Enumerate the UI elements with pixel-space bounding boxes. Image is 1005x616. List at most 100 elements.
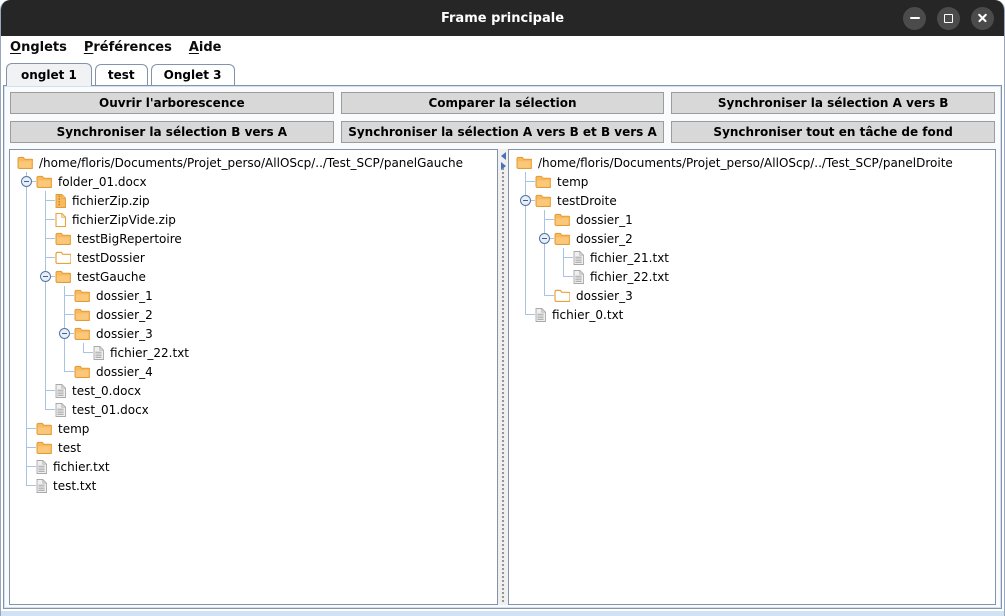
maximize-button[interactable] bbox=[937, 7, 960, 30]
tree-node-test-01-docx[interactable]: test_01.docx bbox=[12, 400, 497, 419]
tree-node-fichier-txt[interactable]: fichier.txt bbox=[12, 457, 497, 476]
tree-node-fichier-22-txt[interactable]: fichier_22.txt bbox=[12, 343, 497, 362]
folder-icon bbox=[36, 441, 52, 454]
node-label: testGauche bbox=[75, 270, 148, 284]
tree-node-dossier-3[interactable]: dossier_3 bbox=[511, 286, 995, 305]
tree-guide bbox=[17, 267, 36, 286]
folder-icon bbox=[36, 422, 52, 435]
tree-guide bbox=[74, 343, 93, 362]
tree-guide bbox=[36, 305, 55, 324]
tree-node--home-floris-documents-projet-perso-allo[interactable]: /home/floris/Documents/Projet_perso/AllO… bbox=[12, 153, 497, 172]
tab-test[interactable]: test bbox=[95, 64, 148, 85]
tab-strip: onglet 1testOnglet 3 bbox=[1, 59, 1004, 85]
tree-guide bbox=[36, 400, 55, 419]
collapse-handle-icon[interactable] bbox=[21, 176, 32, 187]
tree-node-dossier-4[interactable]: dossier_4 bbox=[12, 362, 497, 381]
tree-node-testgauche[interactable]: testGauche bbox=[12, 267, 497, 286]
tree-guide bbox=[17, 362, 36, 381]
tree-node-dossier-3[interactable]: dossier_3 bbox=[12, 324, 497, 343]
panels-area: /home/floris/Documents/Projet_perso/AllO… bbox=[4, 143, 1001, 608]
close-button[interactable] bbox=[971, 7, 994, 30]
tree-guide bbox=[535, 267, 554, 286]
tree-node-testdroite[interactable]: testDroite bbox=[511, 191, 995, 210]
button-synchroniser-la-sélection-b-vers-a[interactable]: Synchroniser la sélection B vers A bbox=[10, 121, 334, 143]
tree-guide bbox=[17, 324, 36, 343]
tree-node-dossier-2[interactable]: dossier_2 bbox=[511, 229, 995, 248]
tree-node-fichier-22-txt[interactable]: fichier_22.txt bbox=[511, 267, 995, 286]
tree-node-temp[interactable]: temp bbox=[511, 172, 995, 191]
button-synchroniser-la-sélection-a-vers-b-et-b-vers-a[interactable]: Synchroniser la sélection A vers B et B … bbox=[341, 121, 665, 143]
tree-guide bbox=[17, 172, 36, 191]
tree-guide bbox=[36, 362, 55, 381]
right-tree-panel[interactable]: /home/floris/Documents/Projet_perso/AllO… bbox=[508, 149, 996, 605]
tree-guide bbox=[17, 305, 36, 324]
collapse-handle-icon[interactable] bbox=[40, 271, 51, 282]
file-icon bbox=[573, 251, 584, 265]
folder-icon bbox=[74, 365, 90, 378]
button-ouvrir-l-arborescence[interactable]: Ouvrir l'arborescence bbox=[10, 92, 334, 114]
minimize-button[interactable] bbox=[903, 7, 926, 30]
tree-node-fichierzip-zip[interactable]: fichierZip.zip bbox=[12, 191, 497, 210]
tab-onglet-1[interactable]: onglet 1 bbox=[6, 63, 92, 86]
tree-guide bbox=[55, 343, 74, 362]
tree-node-dossier-1[interactable]: dossier_1 bbox=[511, 210, 995, 229]
node-label: test.txt bbox=[51, 479, 98, 493]
tree-guide bbox=[36, 248, 55, 267]
tree-guide bbox=[55, 362, 74, 381]
folder-icon bbox=[535, 175, 551, 188]
collapse-handle-icon[interactable] bbox=[520, 195, 531, 206]
collapse-right-arrow-icon[interactable] bbox=[501, 162, 506, 170]
tree-node-fichierzipvide-zip[interactable]: fichierZipVide.zip bbox=[12, 210, 497, 229]
tree-guide bbox=[516, 267, 535, 286]
tree-node-folder-01-docx[interactable]: folder_01.docx bbox=[12, 172, 497, 191]
tree-node-fichier-0-txt[interactable]: fichier_0.txt bbox=[511, 305, 995, 324]
tab-onglet-3[interactable]: Onglet 3 bbox=[151, 64, 235, 85]
file-icon bbox=[55, 403, 66, 417]
split-divider[interactable] bbox=[498, 149, 508, 605]
tree-guide bbox=[516, 305, 535, 324]
node-label: folder_01.docx bbox=[56, 175, 149, 189]
tree-guide bbox=[36, 267, 55, 286]
tree-node-dossier-1[interactable]: dossier_1 bbox=[12, 286, 497, 305]
node-label: dossier_3 bbox=[94, 327, 155, 341]
collapse-handle-icon[interactable] bbox=[539, 233, 550, 244]
tree-node-dossier-2[interactable]: dossier_2 bbox=[12, 305, 497, 324]
tree-guide bbox=[17, 343, 36, 362]
folder-icon bbox=[535, 194, 551, 207]
tree-node-test-txt[interactable]: test.txt bbox=[12, 476, 497, 495]
tree-node-fichier-21-txt[interactable]: fichier_21.txt bbox=[511, 248, 995, 267]
collapse-handle-icon[interactable] bbox=[59, 328, 70, 339]
node-label: test_01.docx bbox=[70, 403, 151, 417]
tree-guide bbox=[17, 476, 36, 495]
menu-aide[interactable]: Aide bbox=[189, 40, 222, 55]
tree-guide bbox=[516, 248, 535, 267]
node-label: dossier_4 bbox=[94, 365, 155, 379]
folder-icon bbox=[516, 156, 532, 169]
folder-icon bbox=[74, 327, 90, 340]
tree-node-testdossier[interactable]: testDossier bbox=[12, 248, 497, 267]
node-label: testBigRepertoire bbox=[75, 232, 184, 246]
button-comparer-la-sélection[interactable]: Comparer la sélection bbox=[341, 92, 665, 114]
tree-guide bbox=[17, 248, 36, 267]
button-synchroniser-tout-en-tâche-de-fond[interactable]: Synchroniser tout en tâche de fond bbox=[671, 121, 995, 143]
left-tree-panel[interactable]: /home/floris/Documents/Projet_perso/AllO… bbox=[9, 149, 498, 605]
node-label: dossier_2 bbox=[574, 232, 635, 246]
tree-node-testbigrepertoire[interactable]: testBigRepertoire bbox=[12, 229, 497, 248]
window-controls bbox=[903, 7, 994, 30]
button-synchroniser-la-sélection-a-vers-b[interactable]: Synchroniser la sélection A vers B bbox=[671, 92, 995, 114]
menu-pr-f-rences[interactable]: Préférences bbox=[84, 40, 172, 55]
folder-empty-icon bbox=[55, 251, 71, 264]
tree-node-test-0-docx[interactable]: test_0.docx bbox=[12, 381, 497, 400]
tree-guide bbox=[17, 191, 36, 210]
collapse-left-arrow-icon[interactable] bbox=[501, 152, 506, 160]
tree-node-test[interactable]: test bbox=[12, 438, 497, 457]
tree-node--home-floris-documents-projet-perso-allo[interactable]: /home/floris/Documents/Projet_perso/AllO… bbox=[511, 153, 995, 172]
tree-guide bbox=[36, 229, 55, 248]
folder-icon bbox=[74, 289, 90, 302]
menu-onglets[interactable]: Onglets bbox=[10, 40, 67, 55]
tree-guide bbox=[17, 381, 36, 400]
tree-guide bbox=[516, 191, 535, 210]
node-label: fichier_21.txt bbox=[588, 251, 671, 265]
file-icon bbox=[55, 384, 66, 398]
tree-node-temp[interactable]: temp bbox=[12, 419, 497, 438]
